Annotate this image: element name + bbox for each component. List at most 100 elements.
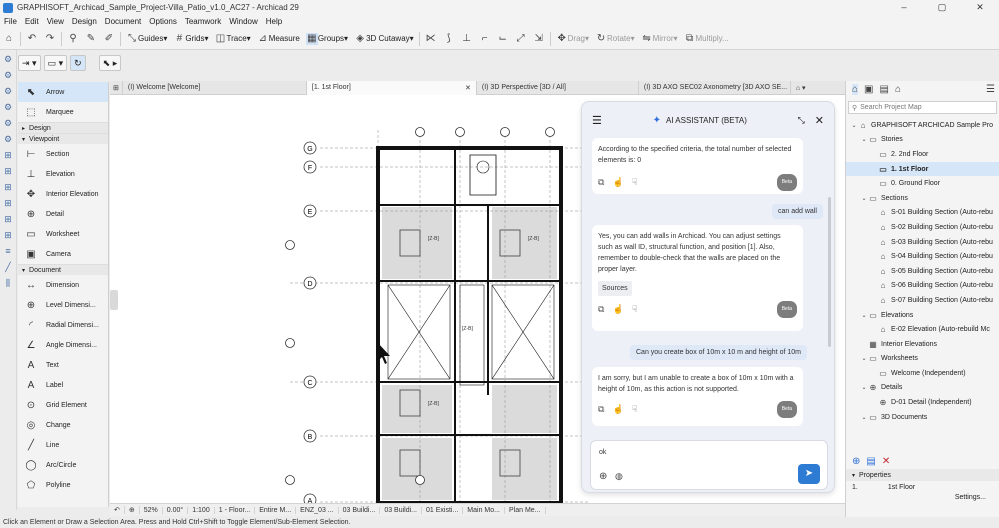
project-map-item[interactable]: ⌄ ▭ Stories	[846, 133, 999, 148]
copy-icon[interactable]: ⧉	[598, 304, 604, 315]
menu-options[interactable]: Options	[145, 17, 181, 26]
tab-grid-icon[interactable]: ⊞	[110, 80, 123, 95]
multiply-button[interactable]: ⧉ Multiply...	[681, 30, 732, 48]
chat-input-box[interactable]: ok ⊕ ◍ ➤	[590, 440, 828, 490]
project-map-item[interactable]: ⌂ E-02 Elevation (Auto-rebuild Mc	[846, 322, 999, 337]
send-button[interactable]: ➤	[798, 464, 820, 484]
chevron-down-icon[interactable]: ⌄	[850, 122, 858, 129]
tool-level-dimensi[interactable]: ⊕ Level Dimensi...	[18, 295, 108, 315]
layout-book-icon[interactable]: ▤	[880, 84, 889, 95]
menu-document[interactable]: Document	[101, 17, 145, 26]
chevron-down-icon[interactable]: ⌄	[860, 136, 868, 143]
thumbs-down-icon[interactable]: ☟	[632, 404, 637, 415]
section-marker[interactable]	[455, 127, 465, 137]
tool-line[interactable]: ╱ Line	[18, 435, 108, 455]
intersect-tool-button[interactable]: ⊥	[458, 30, 476, 48]
chevron-down-icon[interactable]: ⌄	[860, 355, 868, 362]
project-map-item[interactable]: ⌂ S-01 Building Section (Auto-rebu	[846, 206, 999, 221]
project-map-item[interactable]: ⌂ S-07 Building Section (Auto-rebu	[846, 293, 999, 308]
copy-icon[interactable]: ⧉	[598, 177, 604, 188]
project-map-item[interactable]: ⊕ D-01 Detail (Independent)	[846, 395, 999, 410]
canvas-splitter-handle[interactable]	[110, 290, 118, 310]
chat-scrollbar[interactable]	[828, 197, 831, 347]
renovation-filter[interactable]: 01 Existi...	[422, 506, 464, 514]
menu-file[interactable]: File	[0, 17, 21, 26]
project-map-item[interactable]: ▭ 0. Ground Floor	[846, 176, 999, 191]
close-tab-icon[interactable]: ✕	[465, 84, 471, 92]
tool-section[interactable]: ⊢ Section	[18, 144, 108, 164]
tool-angle-dimensi[interactable]: ∠ Angle Dimensi...	[18, 335, 108, 355]
partial-structure[interactable]: Main Mo...	[463, 506, 505, 514]
section-marker[interactable]	[545, 127, 555, 137]
dimension-style[interactable]: Plan Me...	[505, 506, 546, 514]
section-marker[interactable]	[285, 338, 295, 348]
section-marker[interactable]	[415, 475, 425, 485]
close-button[interactable]: ✕	[961, 0, 999, 15]
palette-icon-7[interactable]: ⊞	[2, 150, 14, 162]
navigator-menu-icon[interactable]: ☰	[986, 84, 995, 95]
rotation-value[interactable]: 0.00°	[163, 506, 189, 514]
chevron-down-icon[interactable]: ⌄	[860, 384, 868, 391]
tab-3d-perspective[interactable]: (I) 3D Perspective [3D / All]	[477, 80, 639, 95]
globe-icon[interactable]: ◍	[615, 471, 623, 482]
project-map-item[interactable]: ⌂ S-03 Building Section (Auto-rebu	[846, 235, 999, 250]
thumbs-down-icon[interactable]: ☟	[632, 177, 637, 188]
project-map-item[interactable]: ⌄ ⌂ GRAPHISOFT ARCHICAD Sample Pro	[846, 118, 999, 133]
project-map-item[interactable]: ⌂ S-02 Building Section (Auto-rebu	[846, 220, 999, 235]
thumbs-up-icon[interactable]: ☝	[612, 304, 623, 315]
home-button[interactable]: ⌂	[0, 30, 18, 48]
undo-button[interactable]: ↶	[23, 30, 41, 48]
tool-text[interactable]: A Text	[18, 355, 108, 375]
search-placeholder[interactable]: Search Project Map	[860, 104, 921, 111]
project-map-icon[interactable]: ⌂	[852, 83, 859, 95]
graphic-override[interactable]: 03 Buildi...	[339, 506, 381, 514]
selection-method-dropdown[interactable]: ⇥ ▾	[18, 55, 41, 71]
project-map-item[interactable]: ▭ 2. 2nd Floor	[846, 147, 999, 162]
palette-icon-15[interactable]: ⫼	[2, 278, 14, 290]
tool-marquee[interactable]: ⬚ Marquee	[18, 102, 108, 122]
menu-icon[interactable]: ☰	[592, 114, 602, 127]
menu-teamwork[interactable]: Teamwork	[181, 17, 225, 26]
section-marker[interactable]	[415, 127, 425, 137]
palette-icon-6[interactable]: ⚙	[2, 134, 14, 146]
chat-input[interactable]: ok	[599, 449, 606, 456]
project-map-item[interactable]: ⌂ S-04 Building Section (Auto-rebu	[846, 249, 999, 264]
chevron-down-icon[interactable]: ⌄	[860, 414, 868, 421]
settings-button[interactable]: Settings...	[846, 494, 999, 506]
undo-zoom-icon[interactable]: ↶	[110, 506, 125, 514]
project-map-item[interactable]: ⌂ S-05 Building Section (Auto-rebu	[846, 264, 999, 279]
menu-help[interactable]: Help	[262, 17, 286, 26]
copy-icon[interactable]: ⧉	[598, 404, 604, 415]
tool-elevation[interactable]: ⊥ Elevation	[18, 164, 108, 184]
drag-button[interactable]: ✥ Drag ▾	[553, 30, 592, 48]
marquee-type-dropdown[interactable]: ▭ ▾	[43, 55, 68, 71]
scale-value[interactable]: 1:100	[188, 506, 215, 514]
thumbs-up-icon[interactable]: ☝	[612, 404, 623, 415]
tool-grid-element[interactable]: ⊙ Grid Element	[18, 395, 108, 415]
properties-header[interactable]: ▾ Properties	[846, 469, 999, 481]
project-map-item[interactable]: ⌄ ▭ Worksheets	[846, 352, 999, 367]
chevron-down-icon[interactable]: ⌄	[860, 312, 868, 319]
project-map-item[interactable]: ▭ 1. 1st Floor	[846, 161, 999, 177]
thumbs-up-icon[interactable]: ☝	[612, 177, 623, 188]
tab-welcome[interactable]: (I) Welcome [Welcome]	[123, 80, 307, 95]
project-map-item[interactable]: ▭ Welcome (Independent)	[846, 366, 999, 381]
resize-tool-button[interactable]: ⇲	[530, 30, 548, 48]
project-map-item[interactable]: ⌄ ▭ Elevations	[846, 308, 999, 323]
delete-icon[interactable]: ✕	[882, 456, 890, 467]
publisher-icon[interactable]: ⌂	[895, 84, 901, 95]
guides-button[interactable]: ⤡ Guides ▾	[123, 30, 170, 48]
close-chat-icon[interactable]: ✕	[815, 114, 824, 127]
palette-icon-1[interactable]: ⚙	[2, 54, 14, 66]
model-view-options[interactable]: ENZ_03 ...	[296, 506, 339, 514]
properties-name[interactable]: 1st Floor	[888, 484, 915, 491]
layer-combination[interactable]: 1 - Floor...	[215, 506, 256, 514]
project-map-item[interactable]: ▦ Interior Elevations	[846, 337, 999, 352]
stretch-tool-button[interactable]: ⤢	[512, 30, 530, 48]
menu-view[interactable]: View	[43, 17, 68, 26]
mirror-button[interactable]: ⇋ Mirror ▾	[638, 30, 681, 48]
tab-3d-axo[interactable]: (I) 3D AXO SEC02 Axonometry [3D AXO SE..…	[639, 80, 791, 95]
rotate-marquee-button[interactable]: ↻	[70, 55, 86, 71]
tool-dimension[interactable]: ↔ Dimension	[18, 275, 108, 295]
tool-polyline[interactable]: ⬠ Polyline	[18, 475, 108, 495]
